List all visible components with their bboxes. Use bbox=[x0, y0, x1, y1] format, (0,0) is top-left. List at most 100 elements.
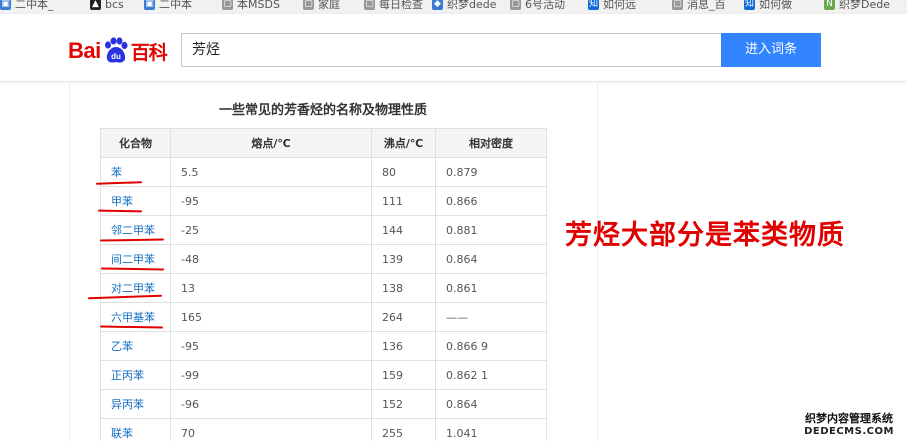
bookmark-label: 二中本 bbox=[159, 0, 192, 11]
table-title: 一些常见的芳香烃的名称及物理性质 bbox=[218, 103, 427, 118]
bookmark-item[interactable]: 知如何远 bbox=[588, 0, 636, 12]
zhihu-icon: 知 bbox=[588, 0, 599, 10]
melting-point-cell: -95 bbox=[170, 331, 372, 361]
relative-density-cell: 0.864 bbox=[435, 244, 547, 274]
doc-icon: ▣ bbox=[144, 0, 155, 10]
bookmark-item[interactable]: ▢ 本MSDS bbox=[222, 0, 280, 12]
page-icon: ▢ bbox=[672, 0, 683, 10]
boiling-point-cell: 139 bbox=[371, 244, 436, 274]
page-icon: ▢ bbox=[222, 0, 233, 10]
table-row: 六甲基苯 165 264 —— bbox=[100, 302, 547, 332]
bookmark-item[interactable]: 知如何做 bbox=[744, 0, 792, 12]
bookmark-label: 每日检查 bbox=[379, 0, 423, 11]
header-compound: 化合物 bbox=[100, 128, 171, 158]
header-melting-point: 熔点/℃ bbox=[170, 128, 372, 158]
logo-bai-text: Bai bbox=[68, 38, 101, 63]
page-icon: ▢ bbox=[364, 0, 375, 10]
boiling-point-cell: 80 bbox=[371, 157, 436, 187]
bookmark-label: bcs bbox=[105, 0, 124, 11]
baike-header: Bai du 百科 芳烃 进入词条 bbox=[0, 14, 907, 82]
bookmark-label: 本MSDS bbox=[237, 0, 280, 11]
bookmarks-bar: ▣ 二中本_ ▲ bcs ▣ 二中本 ▢ 本MSDS ▢ 家庭 ▢ 每日检查 ◆ 织梦dede ▢ 6号活动 知… bbox=[0, 0, 907, 14]
bookmark-label: 织梦Dede bbox=[839, 0, 890, 11]
melting-point-cell: 165 bbox=[170, 302, 372, 332]
baidu-paw-icon: du bbox=[104, 37, 128, 63]
relative-density-cell: 0.866 bbox=[435, 186, 547, 216]
dede-icon: ◆ bbox=[432, 0, 443, 10]
bookmark-item[interactable]: ▣ 二中本_ bbox=[0, 0, 54, 12]
doc-icon: ▣ bbox=[0, 0, 11, 10]
bookmark-label: 6号活动 bbox=[525, 0, 565, 11]
table-header-row: 化合物 熔点/℃ 沸点/℃ 相对密度 bbox=[100, 128, 547, 158]
annotation-text: 芳烃大部分是苯类物质 bbox=[565, 220, 845, 251]
melting-point-cell: 70 bbox=[170, 418, 372, 441]
enter-entry-button[interactable]: 进入词条 bbox=[721, 33, 821, 67]
logo-baike-text: 百科 bbox=[130, 41, 168, 64]
bookmark-item[interactable]: ▢ 每日检查 bbox=[364, 0, 423, 12]
table-row: 正丙苯 -99 159 0.862 1 bbox=[100, 360, 547, 390]
baidu-baike-logo[interactable]: Bai du 百科 bbox=[68, 36, 168, 66]
table-row: 苯 5.5 80 0.879 bbox=[100, 157, 547, 187]
boiling-point-cell: 255 bbox=[371, 418, 436, 441]
bookmark-label: 织梦dede bbox=[447, 0, 497, 11]
boiling-point-cell: 159 bbox=[371, 360, 436, 390]
table-row: 邻二甲苯 -25 144 0.881 bbox=[100, 215, 547, 245]
dedecms-watermark: 织梦内容管理系统 DEDECMS.COM bbox=[797, 410, 901, 437]
melting-point-cell: 5.5 bbox=[170, 157, 372, 187]
boiling-point-cell: 264 bbox=[371, 302, 436, 332]
bookmark-item[interactable]: ▢ 6号活动 bbox=[510, 0, 565, 12]
table-row: 异丙苯 -96 152 0.864 bbox=[100, 389, 547, 419]
relative-density-cell: 0.881 bbox=[435, 215, 547, 245]
relative-density-cell: 0.866 9 bbox=[435, 331, 547, 361]
search-input[interactable]: 芳烃 bbox=[181, 33, 722, 67]
n-icon: N bbox=[824, 0, 835, 10]
page-icon: ▢ bbox=[303, 0, 314, 10]
bookmark-label: 如何做 bbox=[759, 0, 792, 11]
bookmark-item[interactable]: ▣ 二中本 bbox=[144, 0, 192, 12]
melting-point-cell: -95 bbox=[170, 186, 372, 216]
bookmark-item[interactable]: N 织梦Dede bbox=[824, 0, 890, 12]
boiling-point-cell: 136 bbox=[371, 331, 436, 361]
page-icon: ▢ bbox=[510, 0, 521, 10]
bookmark-item[interactable]: ◆ 织梦dede bbox=[432, 0, 497, 12]
boiling-point-cell: 138 bbox=[371, 273, 436, 303]
watermark-line2: DEDECMS.COM bbox=[797, 426, 901, 437]
bookmark-label: 如何远 bbox=[603, 0, 636, 11]
compound-name-cell[interactable]: 乙苯 bbox=[100, 331, 171, 361]
table-row: 间二甲苯 -48 139 0.864 bbox=[100, 244, 547, 274]
relative-density-cell: 1.041 bbox=[435, 418, 547, 441]
header-relative-density: 相对密度 bbox=[435, 128, 547, 158]
relative-density-cell: 0.879 bbox=[435, 157, 547, 187]
bookmark-label: 消息_百 bbox=[687, 0, 726, 11]
bookmark-label: 家庭 bbox=[318, 0, 340, 11]
table-row: 甲苯 -95 111 0.866 bbox=[100, 186, 547, 216]
warning-icon: ▲ bbox=[90, 0, 101, 10]
table-row: 联苯 70 255 1.041 bbox=[100, 418, 547, 441]
compound-name-cell[interactable]: 异丙苯 bbox=[100, 389, 171, 419]
bookmark-item[interactable]: ▲ bcs bbox=[90, 0, 124, 12]
header-boiling-point: 沸点/℃ bbox=[371, 128, 436, 158]
melting-point-cell: -96 bbox=[170, 389, 372, 419]
melting-point-cell: -48 bbox=[170, 244, 372, 274]
relative-density-cell: 0.862 1 bbox=[435, 360, 547, 390]
table-row: 乙苯 -95 136 0.866 9 bbox=[100, 331, 547, 361]
boiling-point-cell: 111 bbox=[371, 186, 436, 216]
bookmark-item[interactable]: ▢ 消息_百 bbox=[672, 0, 726, 12]
compound-name-cell[interactable]: 联苯 bbox=[100, 418, 171, 441]
watermark-line1: 织梦内容管理系统 bbox=[797, 410, 901, 426]
table-row: 对二甲苯 13 138 0.861 bbox=[100, 273, 547, 303]
boiling-point-cell: 144 bbox=[371, 215, 436, 245]
compound-name-cell[interactable]: 正丙苯 bbox=[100, 360, 171, 390]
relative-density-cell: 0.864 bbox=[435, 389, 547, 419]
melting-point-cell: -99 bbox=[170, 360, 372, 390]
melting-point-cell: 13 bbox=[170, 273, 372, 303]
logo-du-text: du bbox=[111, 52, 121, 61]
relative-density-cell: 0.861 bbox=[435, 273, 547, 303]
bookmark-item[interactable]: ▢ 家庭 bbox=[303, 0, 340, 12]
zhihu-icon: 知 bbox=[744, 0, 755, 10]
relative-density-cell: —— bbox=[435, 302, 547, 332]
aromatic-properties-table: 化合物 熔点/℃ 沸点/℃ 相对密度 苯 5.5 80 0.879 甲苯 -95 111 0.… bbox=[100, 128, 547, 441]
bookmark-label: 二中本_ bbox=[15, 0, 54, 11]
boiling-point-cell: 152 bbox=[371, 389, 436, 419]
melting-point-cell: -25 bbox=[170, 215, 372, 245]
